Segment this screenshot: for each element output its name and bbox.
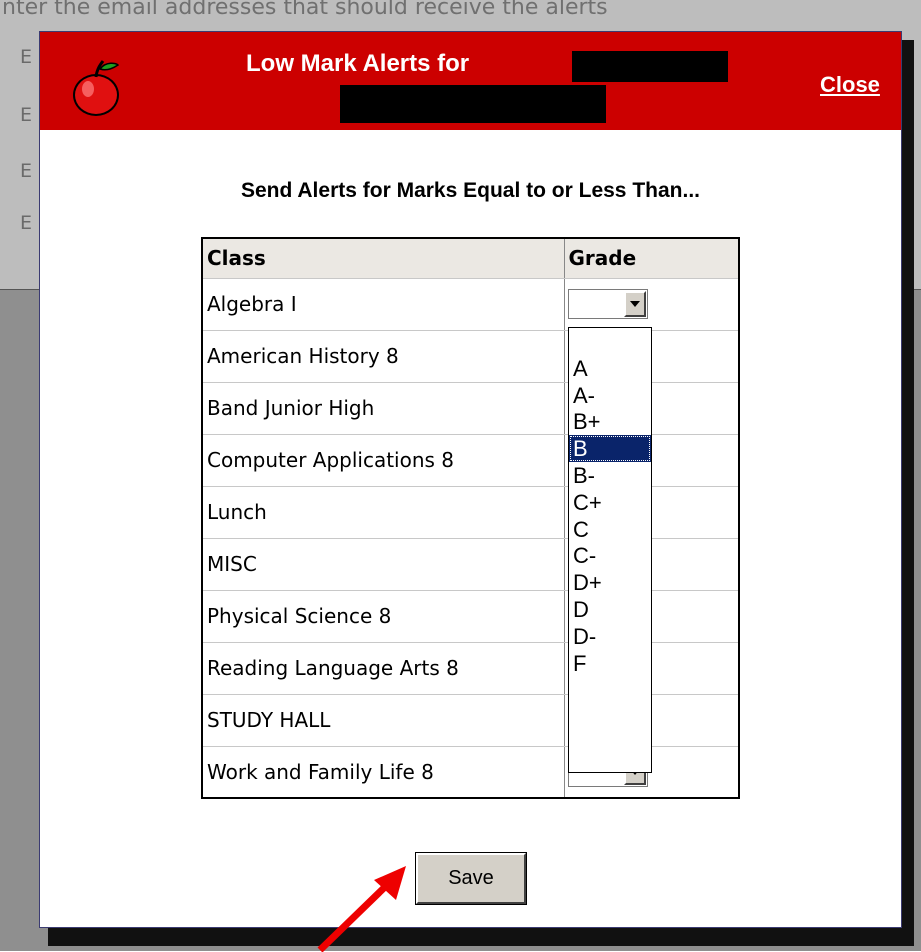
close-link[interactable]: Close	[820, 72, 880, 98]
class-name: Computer Applications 8	[201, 433, 565, 487]
redacted-name-block-2	[340, 85, 606, 123]
background-email-label-3: E	[20, 160, 33, 182]
table-header-row: Class Grade	[201, 237, 740, 279]
class-name: Physical Science 8	[201, 589, 565, 643]
grade-select[interactable]	[567, 288, 648, 319]
background-email-label-1: E	[20, 46, 33, 68]
table-row: Algebra I	[201, 277, 740, 331]
dropdown-option[interactable]: C+	[569, 489, 651, 516]
dropdown-option[interactable]: C-	[569, 542, 651, 569]
dropdown-option[interactable]: D+	[569, 569, 651, 596]
table-row: Computer Applications 8	[201, 433, 740, 487]
dialog-header: Low Mark Alerts for Close	[40, 32, 901, 130]
table-row: Physical Science 8	[201, 589, 740, 643]
background-instruction-text: nter the email addresses that should rec…	[2, 0, 608, 20]
low-mark-alerts-dialog: Low Mark Alerts for Close Send Alerts fo…	[39, 31, 902, 928]
apple-icon	[73, 60, 120, 116]
class-column-header: Class	[201, 237, 565, 279]
table-row: Lunch	[201, 485, 740, 539]
save-button[interactable]: Save	[415, 852, 527, 905]
class-name: Band Junior High	[201, 381, 565, 435]
alert-instruction: Send Alerts for Marks Equal to or Less T…	[241, 179, 700, 202]
class-name: MISC	[201, 537, 565, 591]
grade-dropdown-list[interactable]: A A- B+ B B- C+ C C- D+ D D- F	[568, 327, 652, 773]
table-row: Reading Language Arts 8	[201, 641, 740, 695]
table-row: STUDY HALL	[201, 693, 740, 747]
class-name: Reading Language Arts 8	[201, 641, 565, 695]
dropdown-option-blank[interactable]	[569, 328, 651, 355]
table-row: American History 8	[201, 329, 740, 383]
class-name: Work and Family Life 8	[201, 745, 565, 799]
class-name: Algebra I	[201, 277, 565, 331]
redacted-name-block	[572, 51, 728, 82]
dropdown-option[interactable]: C	[569, 516, 651, 543]
dropdown-option[interactable]: F	[569, 650, 651, 677]
table-row: MISC	[201, 537, 740, 591]
grade-cell	[563, 277, 740, 331]
dropdown-option[interactable]: D-	[569, 623, 651, 650]
background-email-label-4: E	[20, 212, 33, 234]
background-email-label-2: E	[20, 104, 33, 126]
table-row: Work and Family Life 8	[201, 745, 740, 799]
grade-column-header: Grade	[563, 237, 740, 279]
class-grade-table: Class Grade Algebra I American History 8…	[201, 237, 740, 799]
dropdown-option[interactable]: D	[569, 596, 651, 623]
dialog-title: Low Mark Alerts for	[246, 50, 470, 77]
dropdown-option[interactable]: A-	[569, 382, 651, 409]
class-name: American History 8	[201, 329, 565, 383]
dropdown-option[interactable]: A	[569, 355, 651, 382]
class-name: STUDY HALL	[201, 693, 565, 747]
dropdown-arrow-icon[interactable]	[623, 290, 646, 317]
table-row: Band Junior High	[201, 381, 740, 435]
dropdown-option[interactable]: B+	[569, 408, 651, 435]
class-name: Lunch	[201, 485, 565, 539]
pointer-arrow-icon	[317, 866, 406, 952]
dropdown-option[interactable]: B	[569, 435, 651, 462]
dropdown-option[interactable]: B-	[569, 462, 651, 489]
